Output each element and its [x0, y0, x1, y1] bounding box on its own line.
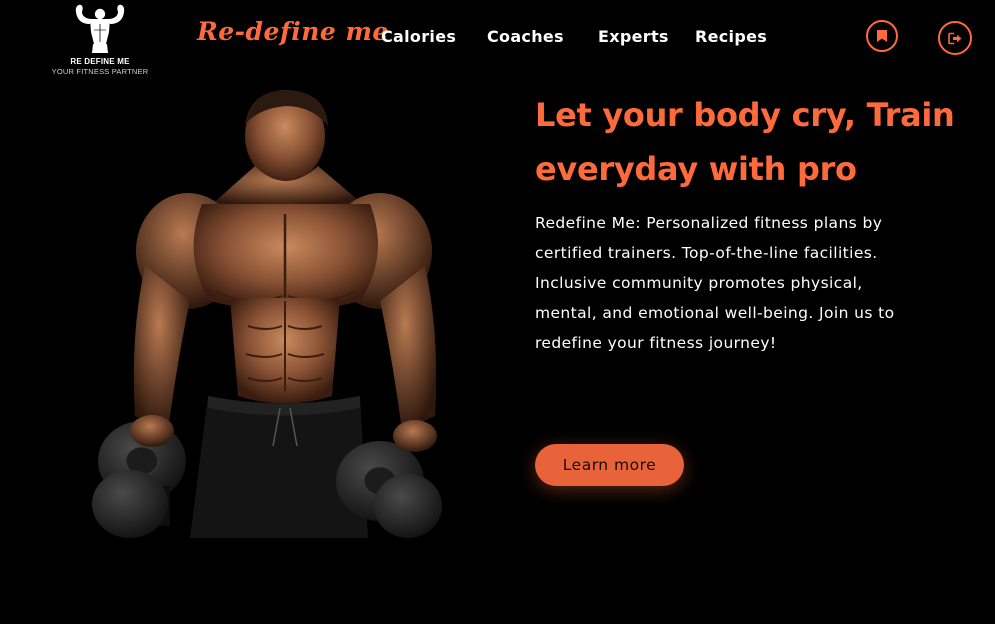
nav-link-recipes[interactable]: Recipes	[695, 27, 767, 46]
hero-headline: Let your body cry, Train everyday with p…	[535, 96, 955, 188]
page: RE DEFINE ME YOUR FITNESS PARTNER Re-def…	[0, 0, 995, 624]
logout-button[interactable]	[938, 21, 972, 55]
bodybuilder-image	[92, 90, 442, 538]
bookmark-icon	[877, 30, 887, 42]
nav-link-calories[interactable]: Calories	[381, 27, 456, 46]
logo-title: RE DEFINE ME	[70, 57, 130, 66]
logo-subtitle: YOUR FITNESS PARTNER	[51, 67, 149, 76]
bookmark-button[interactable]	[866, 20, 898, 52]
brand-wordmark[interactable]: Re-define me	[197, 17, 389, 46]
learn-more-button[interactable]: Learn more	[535, 444, 684, 486]
logo[interactable]: RE DEFINE ME YOUR FITNESS PARTNER	[44, 0, 156, 80]
nav-link-coaches[interactable]: Coaches	[487, 27, 564, 46]
logout-icon	[947, 32, 961, 44]
flexing-man-logo-icon	[75, 4, 125, 53]
nav-link-experts[interactable]: Experts	[598, 27, 669, 46]
hero-description: Redefine Me: Personalized fitness plans …	[535, 214, 895, 352]
